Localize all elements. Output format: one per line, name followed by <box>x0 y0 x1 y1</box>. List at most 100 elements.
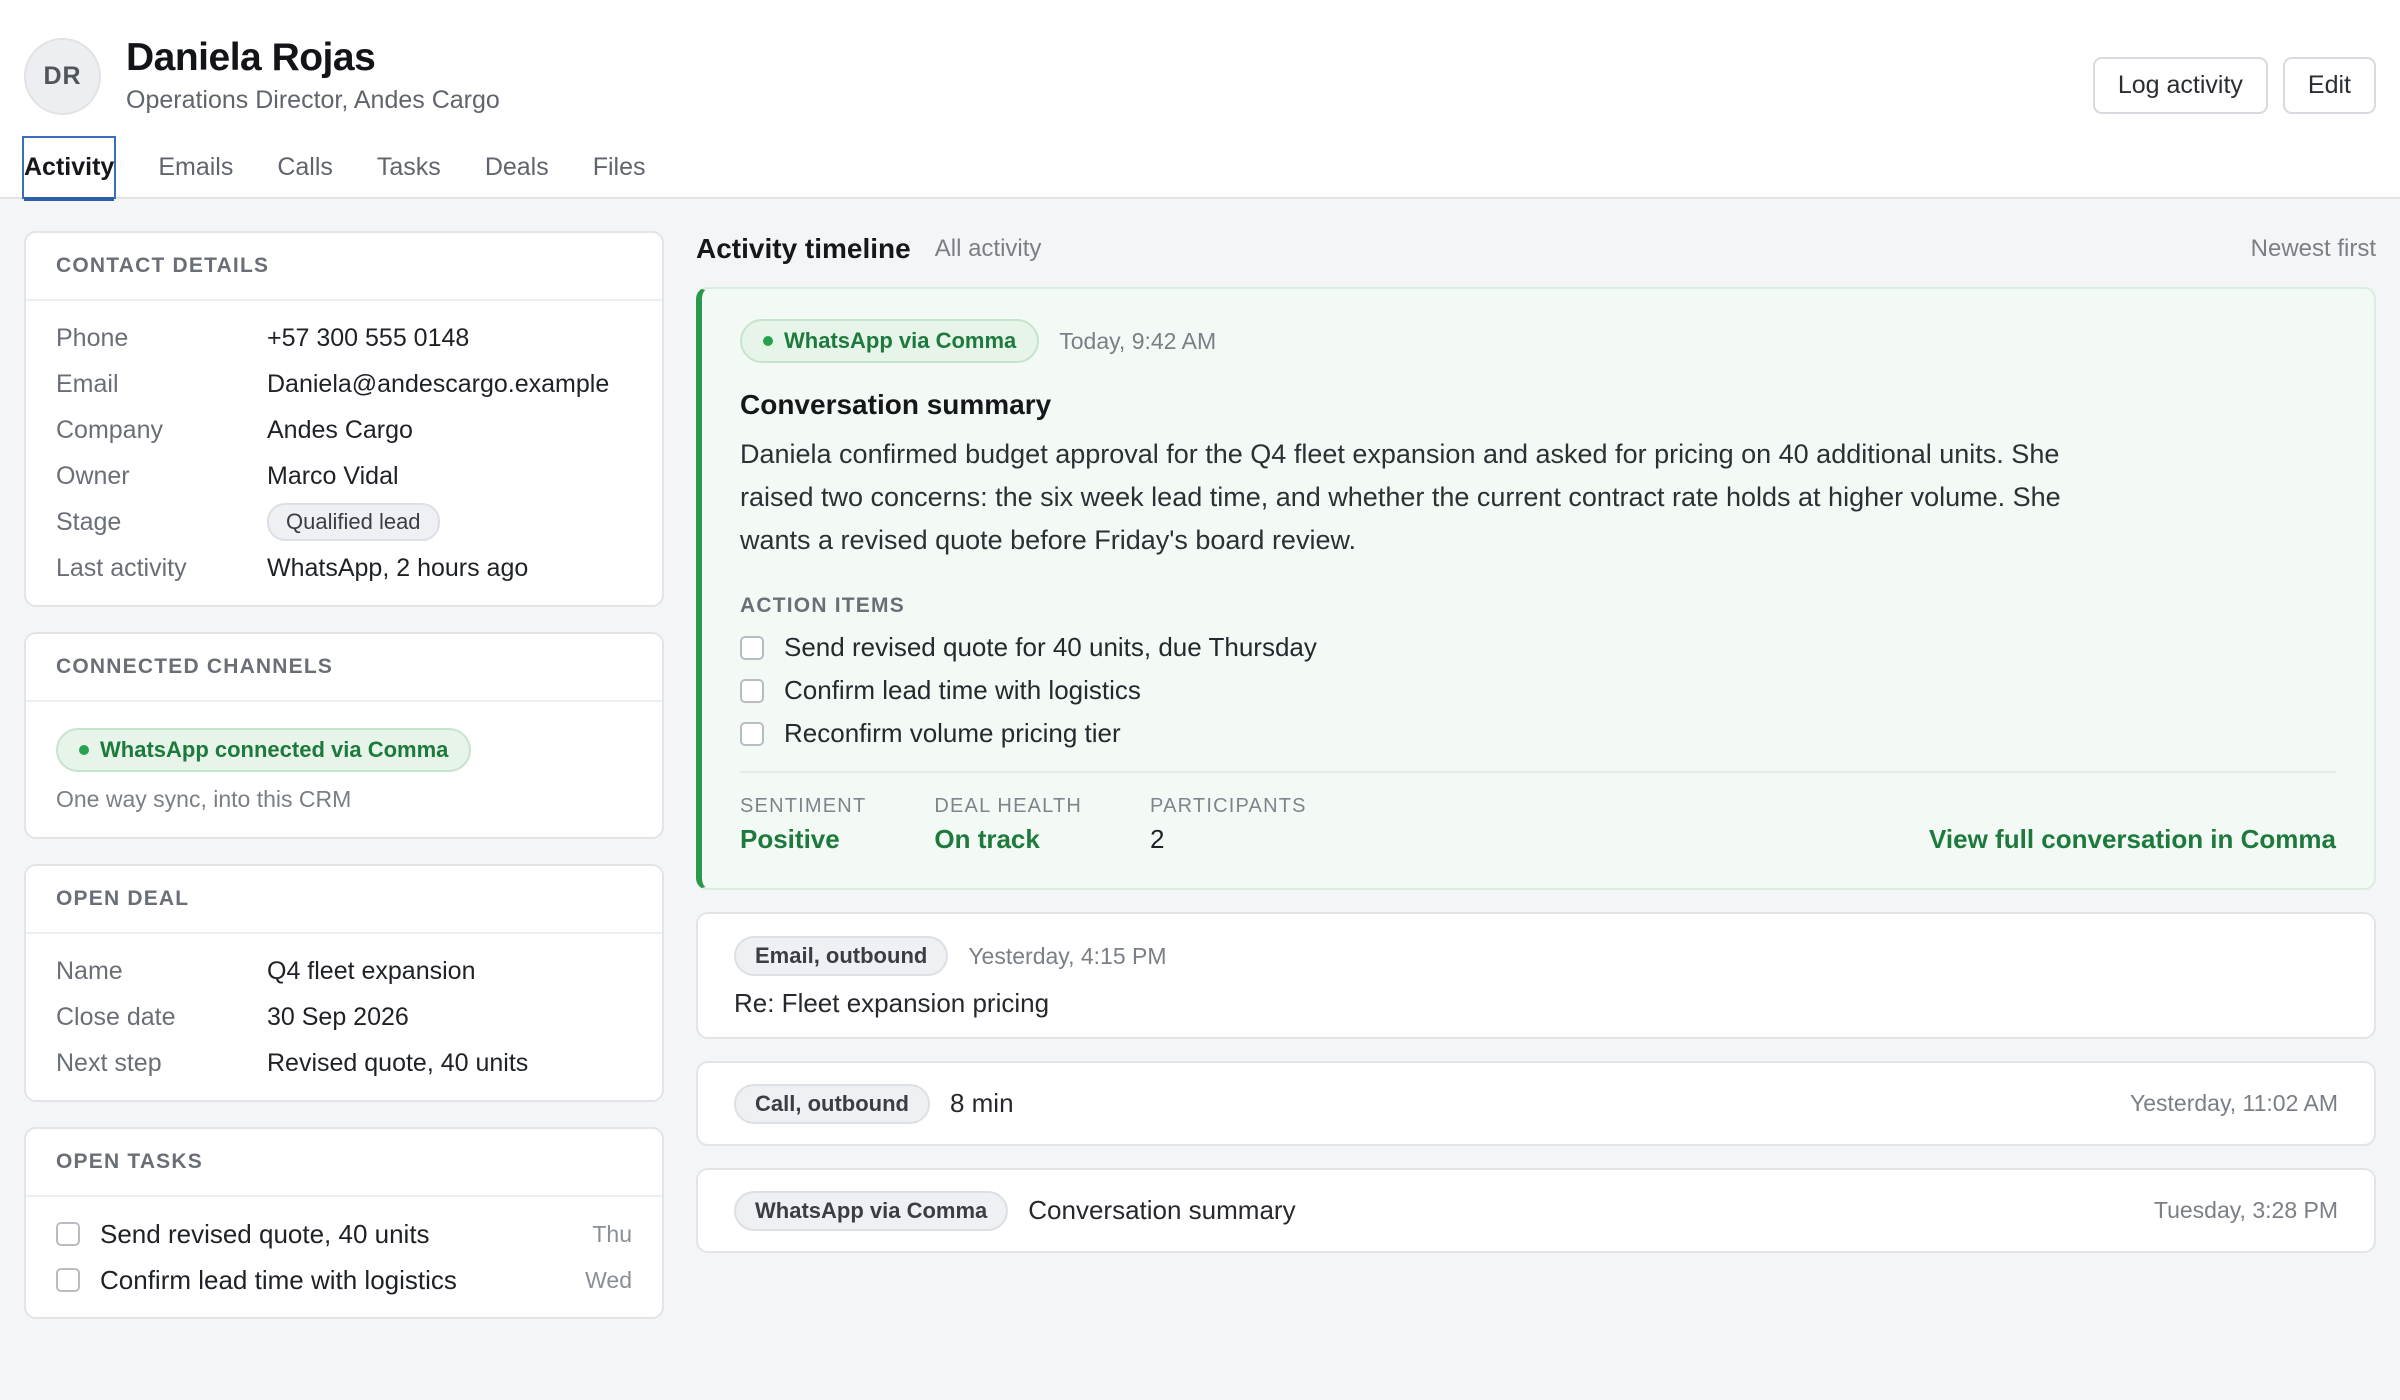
divider <box>740 771 2336 773</box>
detail-label: Email <box>56 369 119 398</box>
detail-label: Company <box>56 415 163 444</box>
detail-row-stage: Stage Qualified lead <box>56 499 632 545</box>
task-item: Send revised quote, 40 units Thu <box>56 1211 632 1257</box>
view-full-conversation-link[interactable]: View full conversation in Comma <box>1929 824 2336 855</box>
whatsapp-connected-badge: WhatsApp connected via Comma <box>56 728 472 772</box>
tab-calls[interactable]: Calls <box>277 136 333 199</box>
detail-label: Phone <box>56 323 129 352</box>
edit-button[interactable]: Edit <box>2282 57 2376 114</box>
timeline-event-call[interactable]: Call, outbound 8 min Yesterday, 11:02 AM <box>696 1061 2376 1146</box>
timeline-filter[interactable]: All activity <box>935 235 1042 263</box>
task-due: Wed <box>585 1266 632 1293</box>
timeline-sort[interactable]: Newest first <box>2251 235 2376 263</box>
deal-row-next-step: Next step Revised quote, 40 units <box>56 1040 632 1086</box>
deal-name-value[interactable]: Q4 fleet expansion <box>267 957 475 986</box>
tab-files[interactable]: Files <box>593 136 646 199</box>
action-checkbox[interactable] <box>740 721 764 746</box>
stat-label: PARTICIPANTS <box>1150 795 1307 817</box>
card-heading: CONTACT DETAILS <box>26 233 662 301</box>
sync-note: One way sync, into this CRM <box>56 786 352 812</box>
deal-label: Name <box>56 956 123 985</box>
task-checkbox[interactable] <box>56 1222 80 1246</box>
phone-value[interactable]: +57 300 555 0148 <box>267 324 469 353</box>
next-step-value: Revised quote, 40 units <box>267 1048 529 1077</box>
detail-label: Owner <box>56 461 130 490</box>
summary-stats: SENTIMENT Positive DEAL HEALTH On track … <box>740 795 2336 855</box>
task-label: Send revised quote, 40 units <box>100 1218 430 1249</box>
tab-deals[interactable]: Deals <box>485 136 549 199</box>
stat-value: Positive <box>740 824 840 854</box>
event-tag: Email, outbound <box>734 936 949 976</box>
action-items-list: Send revised quote for 40 units, due Thu… <box>740 626 2336 755</box>
last-activity-value: WhatsApp, 2 hours ago <box>267 553 529 582</box>
task-label: Confirm lead time with logistics <box>100 1264 457 1295</box>
detail-label: Stage <box>56 507 122 536</box>
stat-value: On track <box>934 824 1040 854</box>
deal-row-name: Name Q4 fleet expansion <box>56 948 632 994</box>
task-item: Confirm lead time with logistics Wed <box>56 1257 632 1303</box>
conversation-summary-card: WhatsApp via Comma Today, 9:42 AM Conver… <box>696 287 2376 890</box>
detail-row-company: Company Andes Cargo <box>56 407 632 453</box>
timeline-header: Activity timeline All activity Newest fi… <box>696 231 2376 267</box>
event-tag: Call, outbound <box>734 1083 930 1124</box>
status-dot-icon <box>79 745 89 755</box>
header-actions: Log activity Edit <box>2092 57 2376 114</box>
company-value: Andes Cargo <box>267 415 413 444</box>
stat-value: 2 <box>1150 824 1165 854</box>
contact-title: Operations Director, Andes Cargo <box>126 86 500 114</box>
event-tag: WhatsApp via Comma <box>734 1190 1009 1231</box>
tab-bar: Activity Emails Calls Tasks Deals Files <box>21 136 690 201</box>
summary-text: Daniela confirmed budget approval for th… <box>740 439 2061 555</box>
detail-row-email: Email Daniela@andescargo.example <box>56 361 632 407</box>
summary-time: Today, 9:42 AM <box>1059 327 1217 354</box>
event-text: 8 min <box>949 1088 1014 1118</box>
deal-label: Close date <box>56 1002 176 1031</box>
stat-label: SENTIMENT <box>740 795 867 817</box>
activity-timeline: Activity timeline All activity Newest fi… <box>696 231 2376 1253</box>
card-heading: OPEN TASKS <box>26 1129 662 1197</box>
close-date-value: 30 Sep 2026 <box>267 1002 409 1031</box>
contact-details-card: CONTACT DETAILS Phone +57 300 555 0148 E… <box>24 231 664 607</box>
event-time: Yesterday, 11:02 AM <box>2130 1090 2338 1116</box>
stat-participants: PARTICIPANTS 2 <box>1150 795 1307 855</box>
task-checkbox[interactable] <box>56 1268 80 1292</box>
badge-label: WhatsApp connected via Comma <box>100 737 449 762</box>
action-item: Confirm lead time with logistics <box>740 669 2336 712</box>
action-label: Reconfirm volume pricing tier <box>784 718 1121 748</box>
event-subject: Re: Fleet expansion pricing <box>734 988 1050 1018</box>
owner-value: Marco Vidal <box>267 461 399 490</box>
action-label: Send revised quote for 40 units, due Thu… <box>784 632 1317 662</box>
event-time: Yesterday, 4:15 PM <box>968 942 1167 969</box>
timeline-title: Activity timeline <box>696 233 911 264</box>
action-checkbox[interactable] <box>740 635 764 660</box>
open-tasks-card: OPEN TASKS Send revised quote, 40 units … <box>24 1127 664 1319</box>
detail-row-phone: Phone +57 300 555 0148 <box>56 315 632 361</box>
summary-title: Conversation summary <box>740 389 1052 420</box>
left-column: CONTACT DETAILS Phone +57 300 555 0148 E… <box>24 231 664 1344</box>
email-value[interactable]: Daniela@andescargo.example <box>267 370 609 399</box>
action-item: Send revised quote for 40 units, due Thu… <box>740 626 2336 669</box>
action-items-heading: ACTION ITEMS <box>740 594 905 617</box>
tab-emails[interactable]: Emails <box>158 136 233 199</box>
timeline-event-whatsapp[interactable]: WhatsApp via Comma Conversation summary … <box>696 1168 2376 1253</box>
open-deal-card: OPEN DEAL Name Q4 fleet expansion Close … <box>24 864 664 1102</box>
tab-activity[interactable]: Activity <box>21 136 117 201</box>
action-label: Confirm lead time with logistics <box>784 675 1141 705</box>
stat-deal-health: DEAL HEALTH On track <box>934 795 1082 855</box>
detail-label: Last activity <box>56 553 187 582</box>
detail-row-last-activity: Last activity WhatsApp, 2 hours ago <box>56 545 632 591</box>
event-time: Tuesday, 3:28 PM <box>2153 1197 2338 1223</box>
action-item: Reconfirm volume pricing tier <box>740 712 2336 755</box>
card-heading: OPEN DEAL <box>26 866 662 934</box>
action-checkbox[interactable] <box>740 678 764 703</box>
stat-label: DEAL HEALTH <box>934 795 1083 817</box>
stage-badge: Qualified lead <box>267 503 440 541</box>
card-heading: CONNECTED CHANNELS <box>26 634 662 702</box>
detail-row-owner: Owner Marco Vidal <box>56 453 632 499</box>
timeline-event-email[interactable]: Email, outbound Yesterday, 4:15 PM Re: F… <box>696 912 2376 1039</box>
status-dot-icon <box>763 336 773 346</box>
stat-sentiment: SENTIMENT Positive <box>740 795 866 855</box>
tab-tasks[interactable]: Tasks <box>377 136 441 199</box>
log-activity-button[interactable]: Log activity <box>2092 57 2268 114</box>
connected-channels-card: CONNECTED CHANNELS WhatsApp connected vi… <box>24 632 664 839</box>
